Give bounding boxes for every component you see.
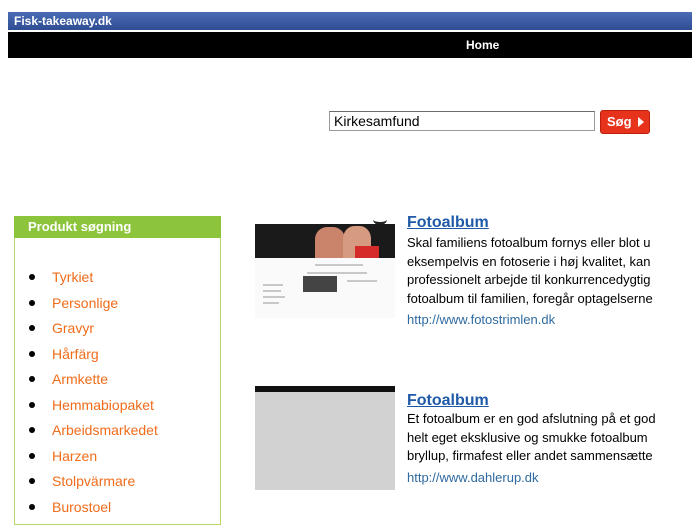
sidebar-link-burostoel[interactable]: Burostoel bbox=[52, 499, 111, 515]
nav-bar: Home bbox=[8, 32, 692, 58]
sidebar-item: Stolpvärmare bbox=[28, 470, 158, 496]
sidebar-item: Arbeidsmarkedet bbox=[28, 419, 158, 445]
search-input[interactable] bbox=[329, 111, 595, 131]
couple-photo bbox=[255, 224, 395, 258]
sidebar-item: Hårfärg bbox=[28, 343, 158, 369]
page: Fisk-takeaway.dk Home Søg Produkt søgnin… bbox=[0, 0, 692, 525]
sidebar-link-harzen[interactable]: Harzen bbox=[52, 448, 97, 464]
site-header: Fisk-takeaway.dk bbox=[8, 12, 692, 30]
result-description: Skal familiens fotoalbum fornys eller bl… bbox=[407, 235, 653, 306]
search-button[interactable]: Søg bbox=[600, 110, 650, 134]
result-url-link[interactable]: http://www.fotostrimlen.dk bbox=[407, 312, 555, 328]
sidebar-item: Armkette bbox=[28, 368, 158, 394]
sidebar-link-armkette[interactable]: Armkette bbox=[52, 371, 108, 387]
result-thumbnail[interactable] bbox=[255, 214, 395, 318]
sidebar-list: Tyrkiet Personlige Gravyr Hårfärg Armket… bbox=[28, 266, 158, 521]
sidebar-link-hemmabiopaket[interactable]: Hemmabiopaket bbox=[52, 397, 154, 413]
bullet-icon bbox=[29, 299, 35, 306]
search-result: Fotoalbum Et fotoalbum er en god afslutn… bbox=[255, 386, 692, 496]
result-thumbnail[interactable] bbox=[255, 386, 395, 490]
sidebar-link-arbeidsmarkedet[interactable]: Arbeidsmarkedet bbox=[52, 422, 158, 438]
sidebar-item: Tyrkiet bbox=[28, 266, 158, 292]
bullet-icon bbox=[29, 478, 35, 484]
site-title[interactable]: Fisk-takeaway.dk bbox=[14, 13, 112, 29]
sidebar-link-stolpvarmare[interactable]: Stolpvärmare bbox=[52, 473, 135, 489]
result-url-link[interactable]: http://www.dahlerup.dk bbox=[407, 470, 539, 486]
sidebar-link-personlige[interactable]: Personlige bbox=[52, 295, 118, 311]
bullet-icon bbox=[29, 452, 35, 459]
sidebar-item: Personlige bbox=[28, 292, 158, 318]
search-button-label: Søg bbox=[607, 114, 632, 129]
bullet-icon bbox=[29, 503, 35, 510]
search-result: Fotoalbum Skal familiens fotoalbum forny… bbox=[255, 214, 692, 334]
sidebar-title: Produkt søgning bbox=[28, 219, 132, 234]
sidebar-item: Harzen bbox=[28, 445, 158, 471]
nav-home-link[interactable]: Home bbox=[466, 38, 499, 52]
arrow-right-icon bbox=[638, 117, 644, 127]
result-description: Et fotoalbum er en god afslutning på et … bbox=[407, 411, 656, 463]
bullet-icon bbox=[29, 325, 35, 331]
sidebar-link-gravyr[interactable]: Gravyr bbox=[52, 320, 94, 336]
sidebar-item: Gravyr bbox=[28, 317, 158, 343]
bullet-icon bbox=[29, 401, 35, 408]
sidebar-item: Burostoel bbox=[28, 496, 158, 522]
bullet-icon bbox=[29, 376, 35, 382]
bullet-icon bbox=[29, 274, 35, 280]
sidebar-item: Hemmabiopaket bbox=[28, 394, 158, 420]
sidebar-link-harfarg[interactable]: Hårfärg bbox=[52, 346, 99, 362]
sidebar-header: Produkt søgning bbox=[14, 216, 221, 238]
bullet-icon bbox=[29, 427, 35, 433]
result-title-link[interactable]: Fotoalbum bbox=[407, 214, 489, 232]
bullet-icon bbox=[29, 350, 35, 357]
sidebar-link-tyrkiet[interactable]: Tyrkiet bbox=[52, 269, 93, 285]
result-title-link[interactable]: Fotoalbum bbox=[407, 392, 489, 410]
